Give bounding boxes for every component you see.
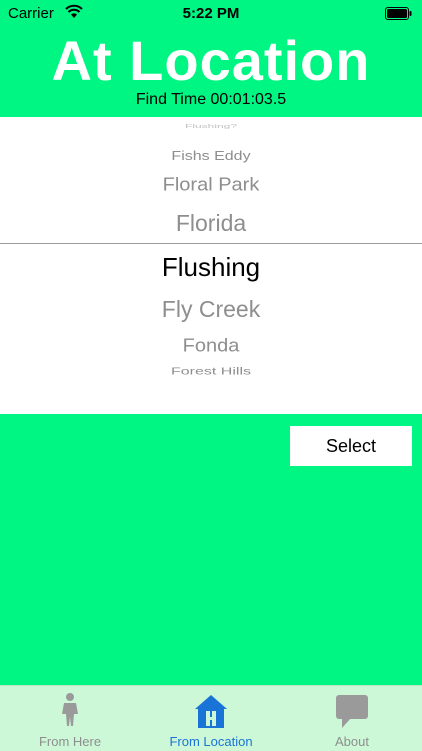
- picker-row[interactable]: Fishs Eddy: [0, 150, 422, 164]
- status-time: 5:22 PM: [182, 5, 240, 22]
- page-title: At Location: [51, 29, 371, 92]
- tab-label: About: [335, 734, 369, 749]
- picker-row[interactable]: Fonda: [0, 336, 422, 357]
- location-picker[interactable]: Flushing? Fishs Eddy Floral Park Florida…: [0, 117, 422, 414]
- house-icon: [195, 695, 227, 728]
- picker-row[interactable]: Florida: [0, 210, 422, 237]
- tab-bar: From Here From Location About: [0, 685, 422, 751]
- picker-row[interactable]: Flushing?: [0, 123, 422, 129]
- speech-bubble-icon: [336, 695, 368, 728]
- picker-row[interactable]: Floral Park: [0, 175, 422, 196]
- picker-row[interactable]: Fly Creek: [0, 296, 422, 323]
- tab-label: From Here: [38, 734, 102, 749]
- person-icon: [62, 693, 78, 726]
- tab-from-here[interactable]: From Here: [0, 686, 140, 751]
- select-button[interactable]: Select: [290, 426, 412, 466]
- battery-icon: [385, 7, 412, 20]
- tab-about[interactable]: About: [282, 686, 422, 751]
- find-time-label: Find Time 00:01:03.5: [135, 91, 287, 108]
- tab-label: From Location: [169, 734, 253, 749]
- picker-selection-line-top: [0, 243, 422, 244]
- picker-row[interactable]: Forest Hills: [0, 366, 422, 378]
- picker-row-selected[interactable]: Flushing: [0, 252, 422, 283]
- tab-from-location[interactable]: From Location: [141, 686, 281, 751]
- status-bar: Carrier 5:22 PM: [0, 0, 422, 28]
